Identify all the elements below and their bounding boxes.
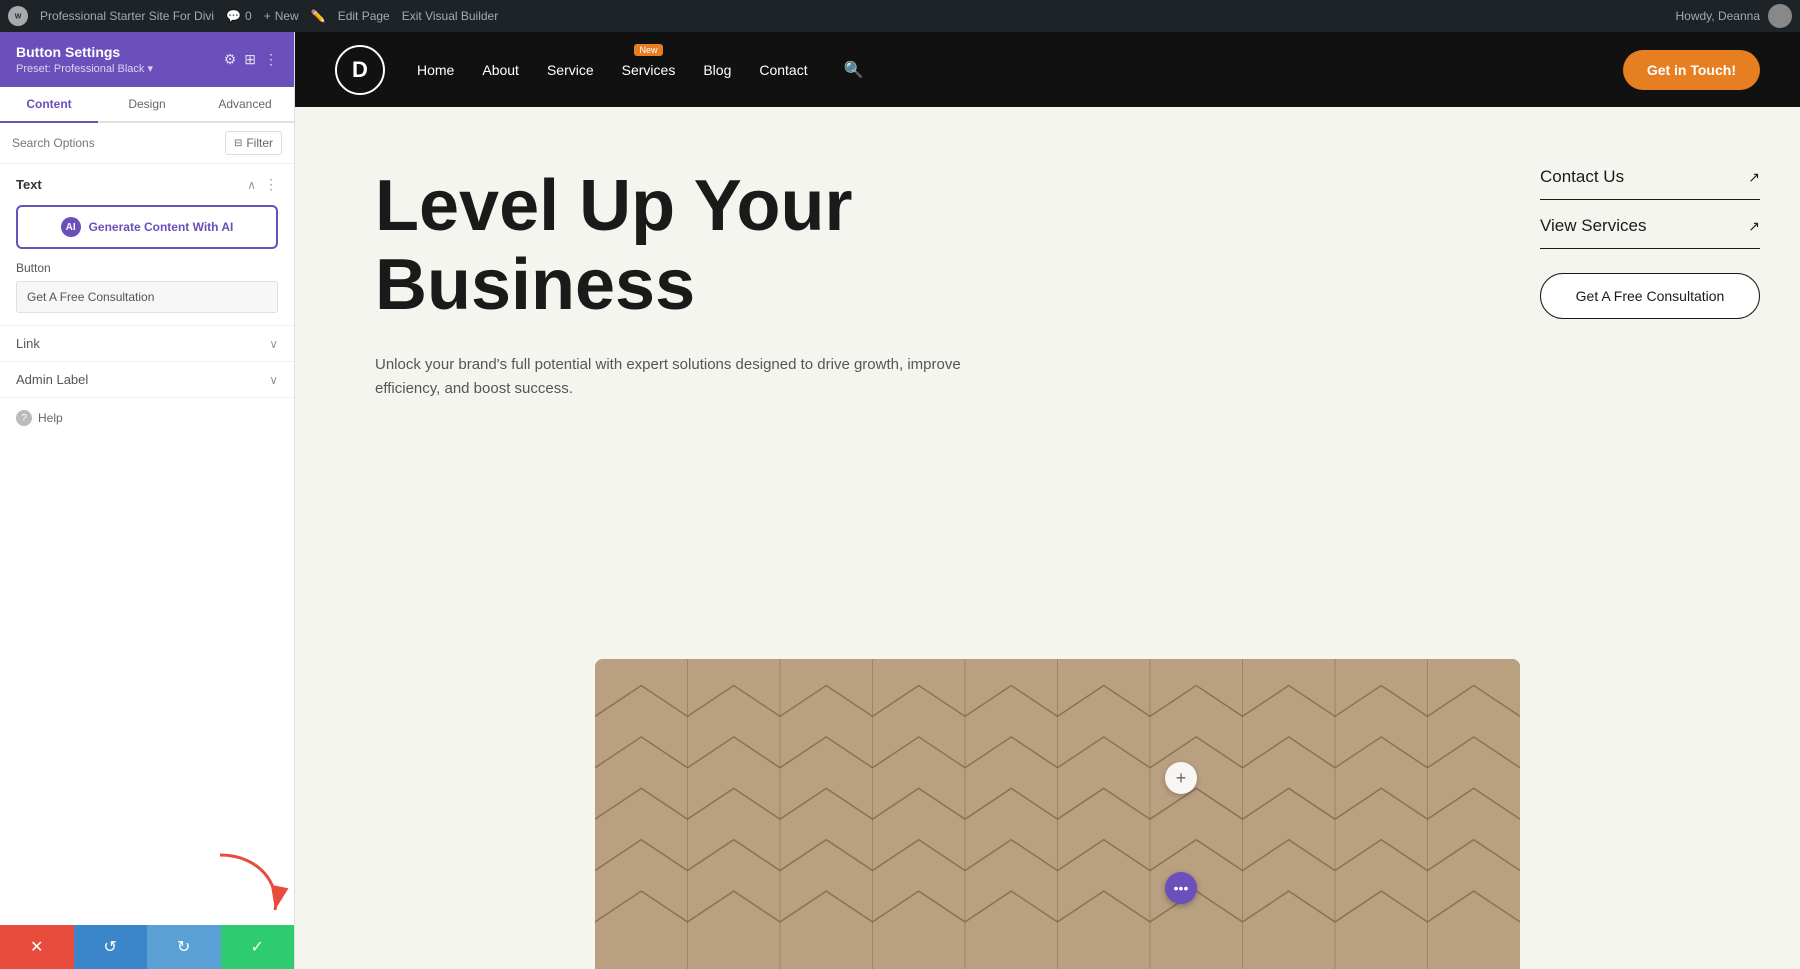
bottom-action-bar: ✕ ↺ ↻ ✓ — [0, 925, 294, 969]
svg-text:W: W — [15, 13, 22, 20]
panel-grid-icon[interactable]: ⊞ — [244, 51, 256, 68]
panel-settings-icon[interactable]: ⚙ — [224, 51, 237, 68]
admin-label-row[interactable]: Admin Label ∨ — [0, 361, 294, 397]
tab-content[interactable]: Content — [0, 87, 98, 123]
link-expand-icon: ∨ — [269, 337, 278, 351]
view-services-link[interactable]: View Services ↗ — [1540, 216, 1760, 249]
view-services-text: View Services — [1540, 216, 1646, 236]
link-section-label: Link — [16, 336, 40, 351]
help-label: Help — [38, 411, 63, 425]
search-row: ⊟ Filter — [0, 123, 294, 164]
more-options-button[interactable]: ••• — [1165, 872, 1197, 904]
ai-generate-button[interactable]: AI Generate Content With AI — [16, 205, 278, 249]
user-avatar[interactable] — [1768, 4, 1792, 28]
ai-icon: AI — [61, 217, 81, 237]
nav-about[interactable]: About — [482, 62, 519, 78]
page-content: Level Up Your Business Unlock your brand… — [295, 107, 1800, 969]
separator: ✏️ — [311, 9, 326, 23]
add-module-button[interactable]: + — [1165, 762, 1197, 794]
button-text-input[interactable] — [16, 281, 278, 313]
panel-preset[interactable]: Preset: Professional Black ▾ — [16, 62, 153, 75]
admin-bar: W Professional Starter Site For Divi 💬 0… — [0, 0, 1800, 32]
admin-label-expand-icon: ∨ — [269, 373, 278, 387]
view-services-arrow-icon: ↗ — [1748, 218, 1760, 235]
building-pattern — [595, 659, 1520, 969]
text-section-header: Text ∧ ⋮ — [0, 164, 294, 201]
nav-services[interactable]: New Services — [622, 62, 676, 78]
search-input[interactable] — [12, 136, 217, 150]
tab-advanced[interactable]: Advanced — [196, 87, 294, 123]
main-container: Button Settings Preset: Professional Bla… — [0, 32, 1800, 969]
get-in-touch-button[interactable]: Get in Touch! — [1623, 50, 1760, 90]
hero-subtext: Unlock your brand's full potential with … — [375, 353, 995, 401]
nav-service[interactable]: Service — [547, 62, 594, 78]
howdy-text: Howdy, Deanna — [1676, 9, 1761, 23]
nav-new-badge: New — [634, 44, 662, 56]
site-header: D Home About Service New Services Blog — [295, 32, 1800, 107]
contact-us-arrow-icon: ↗ — [1748, 169, 1760, 186]
hero-right-sidebar: Contact Us ↗ View Services ↗ Get A Free … — [1520, 107, 1800, 969]
site-logo[interactable]: D — [335, 45, 385, 95]
panel-title: Button Settings — [16, 44, 153, 60]
left-panel: Button Settings Preset: Professional Bla… — [0, 32, 295, 969]
save-button[interactable]: ✓ — [221, 925, 295, 969]
site-name-link[interactable]: Professional Starter Site For Divi — [40, 9, 214, 23]
nav-contact[interactable]: Contact — [759, 62, 807, 78]
link-section-row[interactable]: Link ∨ — [0, 325, 294, 361]
consultation-button[interactable]: Get A Free Consultation — [1540, 273, 1760, 319]
panel-header: Button Settings Preset: Professional Bla… — [0, 32, 294, 87]
edit-page-link[interactable]: Edit Page — [338, 9, 390, 23]
tab-design[interactable]: Design — [98, 87, 196, 123]
site-nav: Home About Service New Services Blog Con… — [417, 60, 864, 80]
undo-button[interactable]: ↺ — [74, 925, 148, 969]
button-field-label: Button — [16, 261, 278, 275]
hero-heading: Level Up Your Business — [375, 167, 1075, 325]
nav-search-icon[interactable]: 🔍 — [844, 60, 864, 80]
exit-builder-link[interactable]: Exit Visual Builder — [402, 9, 499, 23]
wp-logo-icon[interactable]: W — [8, 6, 28, 26]
new-link[interactable]: + New — [264, 9, 299, 23]
redo-button[interactable]: ↻ — [147, 925, 221, 969]
panel-menu-icon[interactable]: ⋮ — [264, 51, 278, 68]
filter-icon: ⊟ — [234, 138, 242, 149]
text-section-collapse-icon[interactable]: ∧ — [247, 178, 256, 192]
right-content: D Home About Service New Services Blog — [295, 32, 1800, 969]
help-row[interactable]: ? Help — [0, 397, 294, 438]
nav-blog[interactable]: Blog — [703, 62, 731, 78]
building-svg — [595, 659, 1520, 969]
admin-label-section-label: Admin Label — [16, 372, 88, 387]
comments-link[interactable]: 💬 0 — [226, 9, 252, 23]
admin-bar-right: Howdy, Deanna — [1676, 4, 1793, 28]
contact-us-link[interactable]: Contact Us ↗ — [1540, 167, 1760, 200]
nav-home[interactable]: Home — [417, 62, 454, 78]
filter-button[interactable]: ⊟ Filter — [225, 131, 282, 155]
building-image — [595, 659, 1520, 969]
button-section: Button — [0, 261, 294, 325]
help-icon: ? — [16, 410, 32, 426]
text-section-title: Text — [16, 177, 42, 192]
text-section-menu-icon[interactable]: ⋮ — [264, 176, 278, 193]
cancel-button[interactable]: ✕ — [0, 925, 74, 969]
panel-tabs: Content Design Advanced — [0, 87, 294, 123]
contact-us-text: Contact Us — [1540, 167, 1624, 187]
